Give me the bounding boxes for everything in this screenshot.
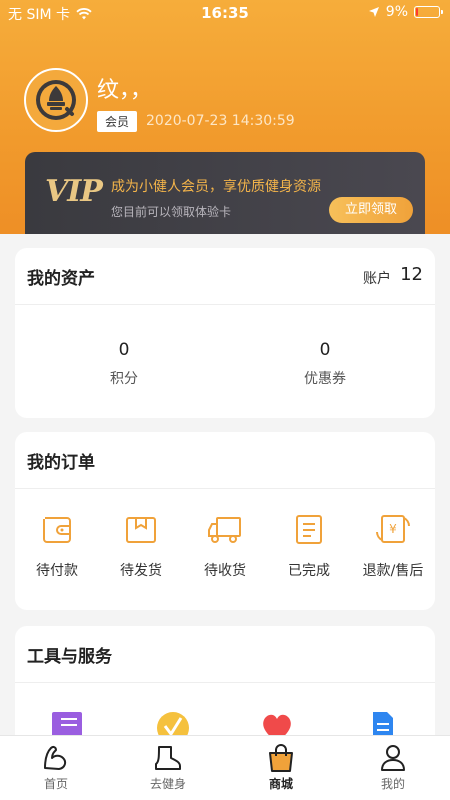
divider bbox=[15, 682, 435, 683]
order-pending-shipment[interactable]: 待发货 bbox=[99, 512, 183, 580]
arm-muscle-icon bbox=[44, 745, 67, 770]
tab-home[interactable]: 首页 bbox=[16, 744, 96, 792]
logo-icon bbox=[36, 80, 76, 120]
account-value[interactable]: 12 bbox=[400, 264, 423, 285]
avatar[interactable] bbox=[24, 68, 88, 132]
vip-subtitle: 您目前可以领取体验卡 bbox=[111, 205, 232, 219]
order-label: 已完成 bbox=[288, 563, 330, 579]
assets-card: 我的资产 账户 12 0 积分 0 优惠券 bbox=[15, 248, 435, 418]
order-pending-payment[interactable]: 待付款 bbox=[15, 512, 99, 580]
wallet-icon bbox=[43, 517, 71, 543]
tab-label: 我的 bbox=[380, 777, 405, 791]
tools-title: 工具与服务 bbox=[27, 647, 112, 667]
battery-percent: 9% bbox=[385, 4, 408, 20]
status-bar: 无 SIM 卡 16:35 9% bbox=[0, 0, 450, 26]
tab-label: 商城 bbox=[268, 777, 293, 791]
points-item[interactable]: 0 积分 bbox=[64, 340, 184, 388]
orders-card: 我的订单 待付款 待发货 待收货 已完成 ¥ 退款/售后 bbox=[15, 432, 435, 610]
tab-mall[interactable]: 商城 bbox=[241, 744, 321, 792]
points-label: 积分 bbox=[110, 371, 138, 387]
vip-logo: VIP bbox=[45, 174, 103, 209]
tools-card: 工具与服务 bbox=[15, 626, 435, 746]
order-completed[interactable]: 已完成 bbox=[267, 512, 351, 580]
person-icon bbox=[381, 745, 405, 771]
account-label[interactable]: 账户 bbox=[363, 268, 391, 288]
tab-workout[interactable]: 去健身 bbox=[128, 744, 208, 792]
coupons-item[interactable]: 0 优惠券 bbox=[265, 340, 385, 388]
login-time: 2020-07-23 14:30:59 bbox=[146, 113, 295, 129]
vip-card[interactable]: VIP 成为小健人会员，享优质健身资源 您目前可以领取体验卡 立即领取 bbox=[25, 152, 425, 234]
order-label: 待付款 bbox=[36, 563, 78, 579]
claim-trial-button[interactable]: 立即领取 bbox=[329, 197, 413, 223]
tab-bar: 首页 去健身 商城 我的 bbox=[0, 735, 450, 800]
assets-title: 我的资产 bbox=[27, 269, 95, 289]
order-pending-receipt[interactable]: 待收货 bbox=[183, 512, 267, 580]
divider bbox=[15, 304, 435, 305]
username: 纹，， bbox=[97, 78, 153, 103]
location-arrow-icon bbox=[368, 7, 379, 17]
coupons-label: 优惠券 bbox=[304, 371, 346, 387]
member-badge: 会员 bbox=[97, 111, 138, 132]
points-value: 0 bbox=[118, 340, 130, 360]
coupons-value: 0 bbox=[319, 340, 331, 360]
shopping-bag-icon bbox=[269, 744, 293, 772]
order-label: 待发货 bbox=[120, 563, 162, 579]
order-label: 退款/售后 bbox=[362, 563, 424, 579]
refund-icon: ¥ bbox=[376, 515, 410, 543]
tab-label: 去健身 bbox=[149, 777, 186, 791]
divider bbox=[15, 488, 435, 489]
battery-icon bbox=[414, 6, 443, 18]
shoe-icon bbox=[155, 746, 181, 770]
truck-icon bbox=[208, 517, 241, 543]
tab-label: 首页 bbox=[43, 777, 68, 791]
orders-title: 我的订单 bbox=[27, 453, 95, 473]
svg-text:¥: ¥ bbox=[389, 522, 397, 536]
order-refund[interactable]: ¥ 退款/售后 bbox=[351, 512, 435, 580]
package-icon bbox=[126, 517, 156, 543]
tab-profile[interactable]: 我的 bbox=[353, 744, 433, 792]
document-icon bbox=[296, 515, 322, 544]
order-label: 待收货 bbox=[204, 563, 246, 579]
vip-title: 成为小健人会员，享优质健身资源 bbox=[111, 179, 321, 195]
